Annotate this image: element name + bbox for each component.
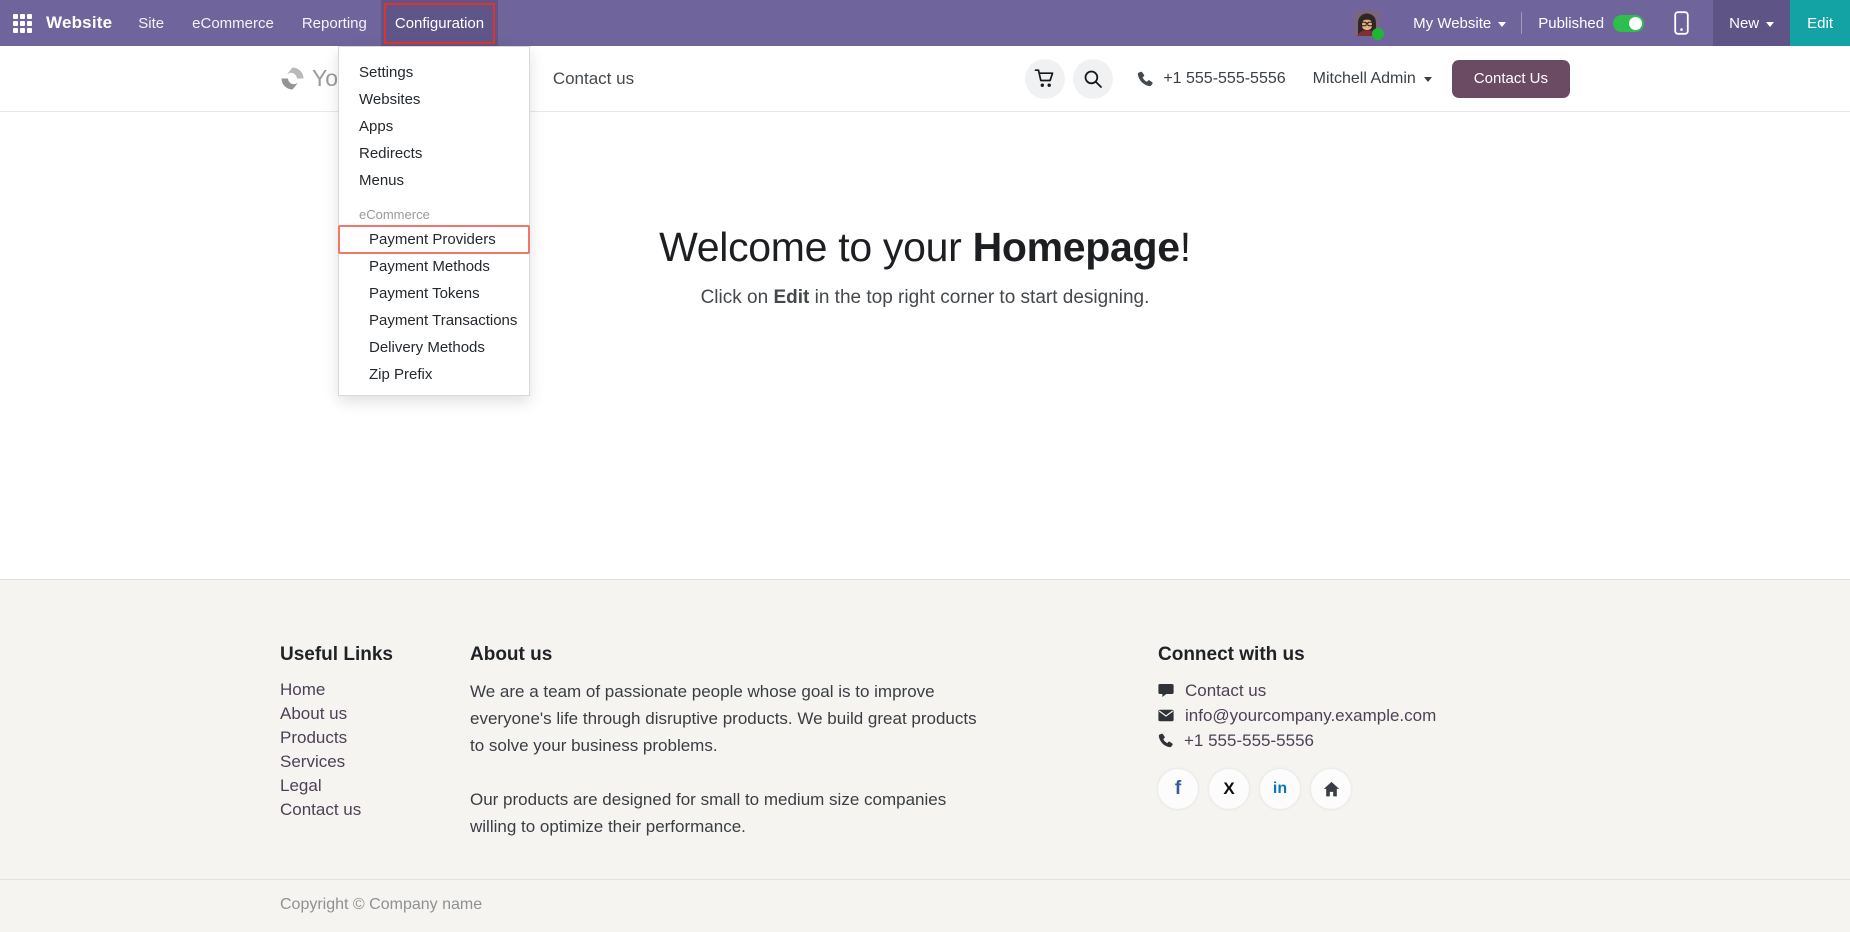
menu-item-payment-providers[interactable]: Payment Providers bbox=[339, 226, 529, 253]
hero-subtitle-post: in the top right corner to start designi… bbox=[809, 287, 1149, 308]
mobile-phone-icon bbox=[1674, 11, 1689, 35]
footer-connect-phone-link[interactable]: +1 555-555-5556 bbox=[1158, 728, 1436, 753]
mobile-preview-button[interactable] bbox=[1660, 0, 1713, 46]
topbar-nav: Site eCommerce Reporting Configuration bbox=[124, 0, 498, 46]
copyright-text: Copyright © Company name bbox=[280, 896, 482, 913]
user-account-name: Mitchell Admin bbox=[1313, 70, 1416, 88]
phone-icon bbox=[1137, 71, 1153, 87]
footer-connect-title: Connect with us bbox=[1158, 644, 1436, 666]
site-header: You Contact us +1 555- bbox=[0, 46, 1850, 112]
presence-online-dot bbox=[1372, 28, 1384, 40]
site-header-right: +1 555-555-5556 Mitchell Admin Contact U… bbox=[1017, 59, 1570, 99]
apps-grid-icon[interactable] bbox=[13, 14, 32, 33]
user-avatar[interactable] bbox=[1354, 10, 1380, 36]
footer-connect-email-label: info@yourcompany.example.com bbox=[1185, 703, 1436, 728]
app-name-website[interactable]: Website bbox=[42, 13, 124, 33]
footer-link-legal[interactable]: Legal bbox=[280, 774, 470, 798]
menu-item-payment-tokens[interactable]: Payment Tokens bbox=[339, 280, 529, 307]
cart-icon bbox=[1034, 68, 1056, 89]
hero-subtitle-pre: Click on bbox=[701, 287, 774, 308]
hero-title-normal: Welcome to your bbox=[659, 224, 972, 270]
topbar-right: My Website Published New Edit bbox=[1354, 0, 1850, 46]
home-icon[interactable] bbox=[1311, 769, 1351, 809]
menu-item-zip-prefix[interactable]: Zip Prefix bbox=[339, 361, 529, 388]
edit-button[interactable]: Edit bbox=[1790, 0, 1850, 46]
search-button[interactable] bbox=[1073, 59, 1113, 99]
footer-about-us: About us We are a team of passionate peo… bbox=[470, 644, 1058, 879]
linkedin-icon[interactable]: in bbox=[1260, 769, 1300, 809]
chevron-down-icon bbox=[1766, 22, 1774, 27]
site-footer: Useful Links Home About us Products Serv… bbox=[0, 579, 1850, 932]
contact-us-cta-button[interactable]: Contact Us bbox=[1452, 60, 1570, 98]
footer-about-paragraph-2: Our products are designed for small to m… bbox=[470, 786, 990, 840]
website-switcher[interactable]: My Website bbox=[1398, 0, 1521, 46]
footer-connect-email-link[interactable]: info@yourcompany.example.com bbox=[1158, 703, 1436, 728]
hero-title-bold: Homepage bbox=[973, 224, 1180, 270]
company-logo-icon bbox=[280, 66, 305, 91]
hero-title-end: ! bbox=[1180, 224, 1191, 270]
header-phone-link[interactable]: +1 555-555-5556 bbox=[1137, 70, 1285, 88]
configuration-dropdown-menu: Settings Websites Apps Redirects Menus e… bbox=[338, 46, 530, 396]
footer-about-paragraph-1: We are a team of passionate people whose… bbox=[470, 678, 990, 759]
topbar-item-site[interactable]: Site bbox=[124, 0, 178, 46]
footer-connect-contact-label: Contact us bbox=[1185, 678, 1266, 703]
published-label: Published bbox=[1538, 15, 1604, 32]
menu-section-ecommerce: eCommerce bbox=[339, 202, 529, 226]
search-icon bbox=[1083, 69, 1103, 89]
menu-item-delivery-methods[interactable]: Delivery Methods bbox=[339, 334, 529, 361]
footer-connect: Connect with us Contact us info@yourcomp… bbox=[1158, 644, 1436, 879]
menu-item-settings[interactable]: Settings bbox=[339, 59, 529, 86]
footer-about-title: About us bbox=[470, 644, 990, 666]
publish-group: Published bbox=[1522, 0, 1660, 46]
header-nav-contact-us[interactable]: Contact us bbox=[553, 69, 634, 89]
chevron-down-icon bbox=[1498, 22, 1506, 27]
x-twitter-icon[interactable]: X bbox=[1209, 769, 1249, 809]
footer-link-products[interactable]: Products bbox=[280, 726, 470, 750]
screen: Website Site eCommerce Reporting Configu… bbox=[0, 0, 1850, 932]
social-links: f X in bbox=[1158, 769, 1436, 809]
topbar-item-reporting[interactable]: Reporting bbox=[288, 0, 381, 46]
website-switcher-label: My Website bbox=[1413, 15, 1491, 32]
hero-subtitle-bold: Edit bbox=[773, 287, 809, 308]
hero-section: Welcome to your Homepage! Click on Edit … bbox=[0, 112, 1850, 579]
topbar-item-configuration-label: Configuration bbox=[395, 15, 484, 32]
topbar-item-ecommerce[interactable]: eCommerce bbox=[178, 0, 288, 46]
chevron-down-icon bbox=[1424, 77, 1432, 82]
facebook-icon[interactable]: f bbox=[1158, 769, 1198, 809]
odoo-topbar: Website Site eCommerce Reporting Configu… bbox=[0, 0, 1850, 46]
menu-item-payment-methods[interactable]: Payment Methods bbox=[339, 253, 529, 280]
chat-icon bbox=[1158, 683, 1174, 698]
published-toggle[interactable] bbox=[1613, 15, 1644, 32]
user-account-menu[interactable]: Mitchell Admin bbox=[1313, 70, 1432, 88]
new-button[interactable]: New bbox=[1713, 0, 1790, 46]
cart-button[interactable] bbox=[1025, 59, 1065, 99]
footer-link-home[interactable]: Home bbox=[280, 678, 470, 702]
new-button-label: New bbox=[1729, 15, 1759, 32]
footer-link-about-us[interactable]: About us bbox=[280, 702, 470, 726]
topbar-item-configuration[interactable]: Configuration bbox=[381, 0, 498, 46]
menu-item-menus[interactable]: Menus bbox=[339, 167, 529, 194]
hero-title: Welcome to your Homepage! bbox=[0, 112, 1850, 271]
footer-link-contact-us[interactable]: Contact us bbox=[280, 798, 470, 822]
footer-useful-links: Useful Links Home About us Products Serv… bbox=[280, 644, 470, 879]
phone-icon bbox=[1158, 733, 1173, 748]
header-phone-number: +1 555-555-5556 bbox=[1163, 70, 1285, 88]
menu-item-apps[interactable]: Apps bbox=[339, 113, 529, 140]
footer-connect-phone-label: +1 555-555-5556 bbox=[1184, 728, 1314, 753]
footer-link-services[interactable]: Services bbox=[280, 750, 470, 774]
menu-item-payment-providers-label: Payment Providers bbox=[369, 231, 496, 248]
envelope-icon bbox=[1158, 709, 1174, 722]
menu-item-websites[interactable]: Websites bbox=[339, 86, 529, 113]
menu-item-payment-transactions[interactable]: Payment Transactions bbox=[339, 307, 529, 334]
menu-item-redirects[interactable]: Redirects bbox=[339, 140, 529, 167]
footer-useful-links-title: Useful Links bbox=[280, 644, 470, 666]
footer-connect-contact-link[interactable]: Contact us bbox=[1158, 678, 1436, 703]
hero-subtitle: Click on Edit in the top right corner to… bbox=[0, 287, 1850, 309]
